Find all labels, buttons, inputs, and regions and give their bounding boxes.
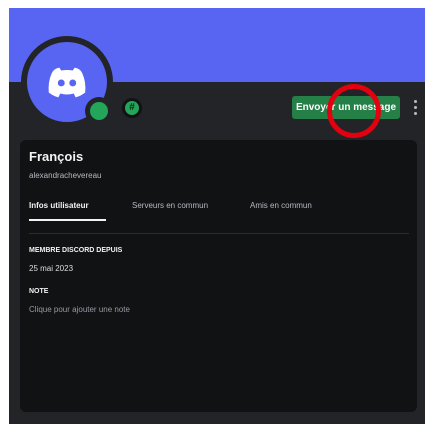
- more-dot: [413, 112, 417, 115]
- profile-tabs: Infos utilisateur Serveurs en commun Ami…: [29, 201, 409, 221]
- more-dot: [413, 106, 417, 109]
- more-vertical-icon[interactable]: [407, 96, 423, 119]
- hashtag-badge-icon[interactable]: #: [122, 98, 142, 118]
- tab-mutual-servers[interactable]: Serveurs en commun: [132, 201, 208, 210]
- display-name: François: [29, 149, 84, 164]
- send-message-button[interactable]: Envoyer un message: [292, 96, 400, 119]
- user-profile-card: # Envoyer un message François alexandrac…: [9, 8, 425, 424]
- username: alexandrachevereau: [29, 171, 102, 180]
- note-field[interactable]: Clique pour ajouter une note: [29, 305, 130, 314]
- note-title: NOTE: [29, 288, 49, 295]
- more-dot: [413, 100, 417, 103]
- tab-mutual-friends[interactable]: Amis en commun: [250, 201, 312, 210]
- discord-logo-icon: [48, 67, 86, 98]
- divider: [29, 233, 409, 234]
- tab-user-info[interactable]: Infos utilisateur: [29, 201, 89, 210]
- member-since-value: 25 mai 2023: [29, 264, 74, 273]
- active-tab-indicator: [29, 219, 106, 221]
- badge-symbol: #: [125, 101, 139, 115]
- member-since-title: MEMBRE DISCORD DEPUIS: [29, 247, 123, 254]
- profile-body: François alexandrachevereau Infos utilis…: [20, 140, 417, 412]
- online-status-icon: [90, 102, 108, 120]
